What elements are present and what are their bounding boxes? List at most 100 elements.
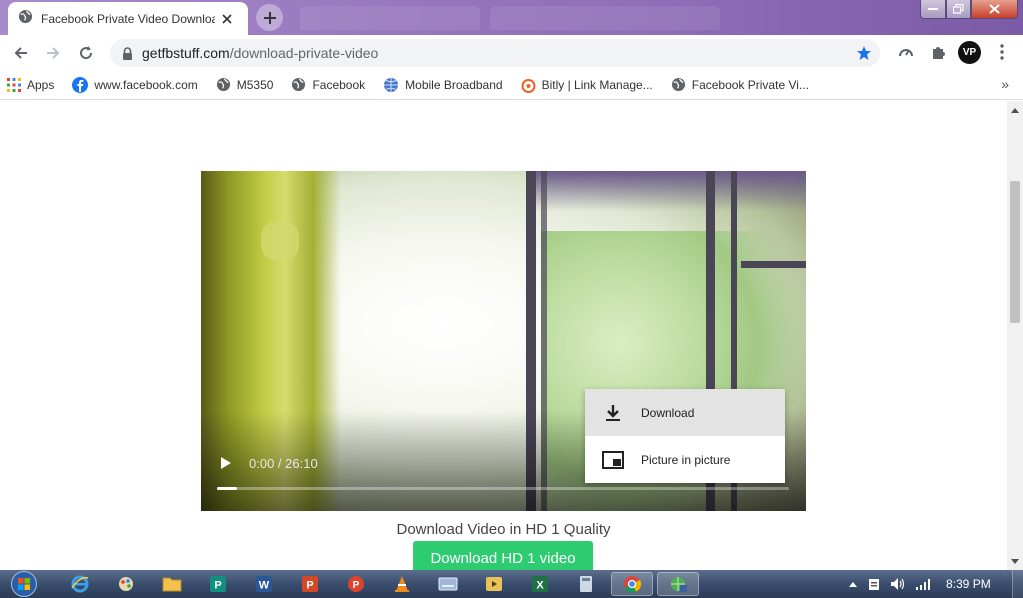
more-bookmarks-chevron-icon[interactable]: » <box>1001 76 1009 92</box>
folder-icon <box>162 577 182 592</box>
download-hd-button[interactable]: Download HD 1 video <box>413 541 593 570</box>
chrome-icon <box>624 576 641 593</box>
powerpoint-icon: P <box>302 576 318 592</box>
bitly-icon <box>521 78 536 93</box>
profile-avatar[interactable]: VP <box>958 41 981 64</box>
bookmark-m5350[interactable]: M5350 <box>209 73 281 97</box>
menu-item-label: Picture in picture <box>641 452 731 467</box>
taskbar-video-app[interactable] <box>473 572 515 596</box>
plus-icon <box>263 11 276 24</box>
restore-icon <box>953 4 964 14</box>
calculator-icon <box>580 576 592 592</box>
minimize-button[interactable] <box>920 0 946 19</box>
publisher-icon: P <box>210 576 226 592</box>
windows-logo-icon <box>11 571 37 597</box>
play-button[interactable] <box>218 455 234 471</box>
video-app-icon <box>486 577 502 591</box>
show-hidden-icons-arrow-icon[interactable] <box>845 576 861 592</box>
volume-speaker-icon[interactable] <box>890 576 906 592</box>
facebook-icon <box>72 76 89 93</box>
browser-title-bar: Facebook Private Video Downloa <box>0 0 1023 35</box>
bookmark-label: Mobile Broadband <box>405 77 503 92</box>
web-page: 0:00 / 26:10 Download Picture in picture… <box>0 101 1007 570</box>
taskbar-powerdvd[interactable]: P <box>335 572 377 596</box>
taskbar-powerpoint[interactable]: P <box>289 572 331 596</box>
taskbar-file-explorer[interactable] <box>151 572 193 596</box>
internet-explorer-icon <box>71 575 89 593</box>
taskbar-keyboard[interactable] <box>427 572 469 596</box>
taskbar-internet-explorer[interactable] <box>59 572 101 596</box>
video-progress-fill <box>217 487 238 490</box>
globe-icon <box>18 9 33 29</box>
url-path: /download-private-video <box>229 45 379 61</box>
taskbar-clock[interactable]: 8:39 PM <box>946 577 991 591</box>
bookmarks-bar: Apps www.facebook.com M5350 Facebook Mob… <box>0 70 1023 100</box>
new-tab-button[interactable] <box>256 4 283 31</box>
browser-toolbar: getfbstuff.com/download-private-video VP <box>0 35 1023 70</box>
speedometer-icon[interactable] <box>894 40 918 64</box>
reload-button[interactable] <box>73 40 99 66</box>
video-frame <box>261 221 299 261</box>
minimize-icon <box>928 8 938 10</box>
url-text[interactable]: getfbstuff.com/download-private-video <box>142 45 378 61</box>
bookmark-star-icon[interactable] <box>854 43 874 63</box>
quality-heading: Download Video in HD 1 Quality <box>396 521 611 538</box>
active-tab[interactable]: Facebook Private Video Downloa <box>8 2 248 35</box>
close-window-button[interactable] <box>971 0 1018 19</box>
scrollbar-thumb[interactable] <box>1010 181 1020 323</box>
taskbar-excel[interactable]: X <box>519 572 561 596</box>
svg-text:P: P <box>214 580 221 592</box>
address-bar[interactable]: getfbstuff.com/download-private-video <box>110 39 880 67</box>
video-progress-bar[interactable] <box>217 487 789 490</box>
extensions-puzzle-icon[interactable] <box>926 40 950 64</box>
video-context-menu: Download Picture in picture <box>585 389 785 483</box>
background-tab[interactable] <box>300 6 480 30</box>
back-arrow-icon <box>14 47 27 59</box>
menu-item-download[interactable]: Download <box>585 389 785 436</box>
menu-item-picture-in-picture[interactable]: Picture in picture <box>585 436 785 483</box>
bookmark-facebook-com[interactable]: www.facebook.com <box>65 73 204 97</box>
bookmark-label: www.facebook.com <box>94 77 198 92</box>
svg-text:P: P <box>353 580 360 591</box>
bookmark-bitly[interactable]: Bitly | Link Manage... <box>514 73 660 97</box>
video-frame <box>531 171 806 211</box>
taskbar-paint[interactable] <box>105 572 147 596</box>
close-tab-icon[interactable] <box>219 11 235 27</box>
show-desktop-button[interactable] <box>1012 570 1023 598</box>
bookmark-label: Bitly | Link Manage... <box>541 77 653 92</box>
action-center-flag-icon[interactable] <box>866 576 882 592</box>
bookmark-apps[interactable]: Apps <box>0 73 61 97</box>
start-button[interactable] <box>6 570 42 598</box>
bookmark-mobile-broadband[interactable]: Mobile Broadband <box>376 73 509 97</box>
close-icon <box>989 4 1000 14</box>
taskbar-vlc[interactable] <box>381 572 423 596</box>
screen: Facebook Private Video Downloa getfbstuf… <box>0 0 1023 598</box>
svg-text:W: W <box>259 580 270 592</box>
menu-kebab-icon[interactable] <box>990 40 1014 64</box>
svg-text:P: P <box>306 580 313 592</box>
taskbar-word[interactable]: W <box>243 572 285 596</box>
taskbar-calculator[interactable] <box>565 572 607 596</box>
restore-button[interactable] <box>946 0 971 19</box>
bookmark-facebook-private-video[interactable]: Facebook Private Vi... <box>664 73 816 97</box>
keyboard-icon <box>438 577 458 591</box>
taskbar-network-app[interactable] <box>657 572 699 596</box>
globe-icon <box>292 77 306 92</box>
lock-icon[interactable] <box>120 46 134 60</box>
scroll-up-arrow-icon[interactable] <box>1007 103 1023 117</box>
tab-title: Facebook Private Video Downloa <box>41 11 215 26</box>
bookmark-facebook[interactable]: Facebook <box>284 73 372 97</box>
taskbar-chrome[interactable] <box>611 572 653 596</box>
background-tab[interactable] <box>490 6 720 30</box>
forward-button[interactable] <box>40 40 66 66</box>
page-scrollbar[interactable] <box>1007 101 1023 570</box>
globe-icon <box>671 77 685 92</box>
word-icon: W <box>256 576 272 592</box>
menu-item-label: Download <box>641 405 695 420</box>
network-signal-icon[interactable] <box>915 576 931 592</box>
forward-arrow-icon <box>47 47 60 59</box>
paint-icon <box>119 577 133 591</box>
scroll-down-arrow-icon[interactable] <box>1007 554 1023 568</box>
back-button[interactable] <box>8 40 34 66</box>
taskbar-publisher[interactable]: P <box>197 572 239 596</box>
